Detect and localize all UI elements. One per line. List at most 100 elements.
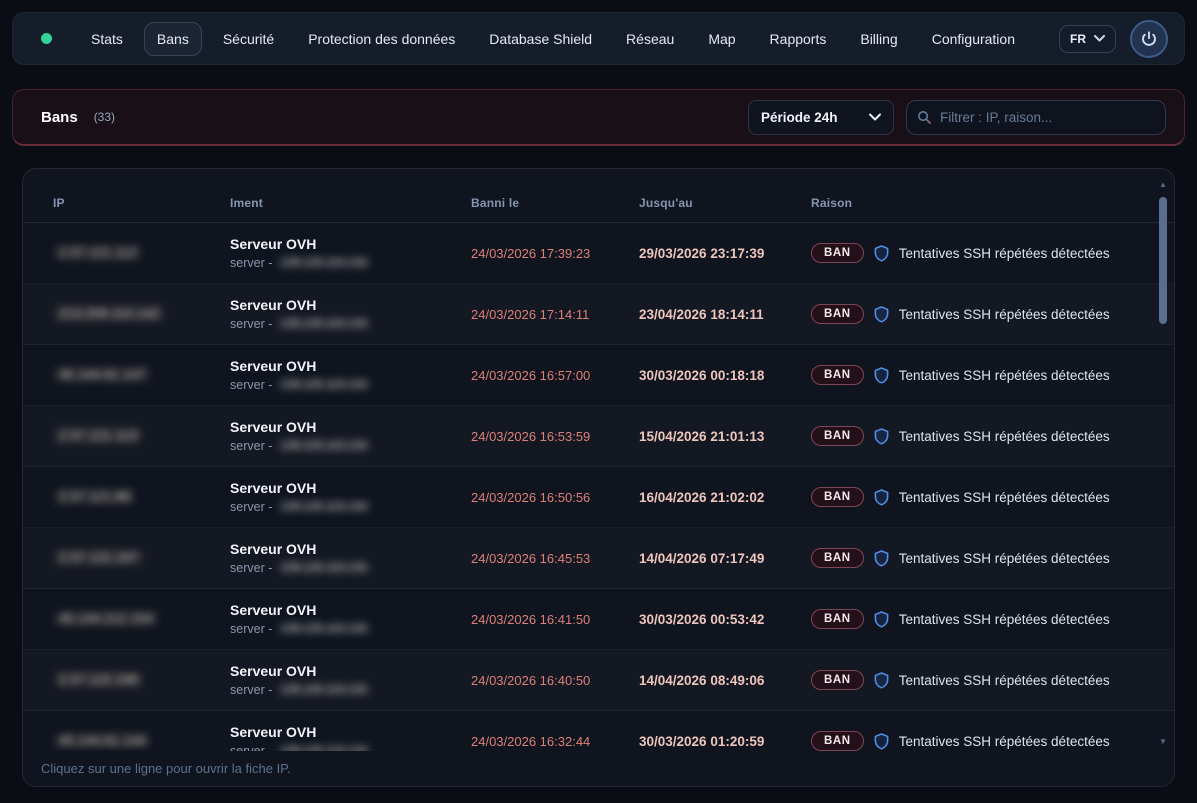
table-row[interactable]: 2.57.121.112 Serveur OVH server - 135.12… <box>23 223 1174 284</box>
shield-icon <box>874 245 889 262</box>
nav-items: StatsBansSécuritéProtection des donnéesD… <box>78 22 1059 56</box>
redacted-ip: 2.57.121.113 <box>53 427 143 444</box>
nav-item-bans[interactable]: Bans <box>144 22 202 56</box>
shield-icon <box>874 306 889 323</box>
equipment-name: Serveur OVH <box>230 236 471 254</box>
power-icon <box>1140 30 1158 48</box>
shield-icon <box>874 611 889 628</box>
table-row[interactable]: 2.57.121.86 Serveur OVH server - 135.125… <box>23 467 1174 528</box>
redacted-host-ip: 135.125.115.132 <box>276 684 371 696</box>
nav-item-database-shield[interactable]: Database Shield <box>476 22 605 56</box>
chevron-down-icon <box>869 113 881 121</box>
scrollbar-thumb[interactable] <box>1159 197 1167 324</box>
column-header-equipment: Iment <box>230 196 471 210</box>
nav-item-configuration[interactable]: Configuration <box>919 22 1028 56</box>
nav-item-protection-des-donn-es[interactable]: Protection des données <box>295 22 468 56</box>
equipment-name: Serveur OVH <box>230 480 471 498</box>
nav-item-billing[interactable]: Billing <box>847 22 910 56</box>
scroll-up-arrow-icon[interactable]: ▲ <box>1157 181 1169 189</box>
nav-item-rapports[interactable]: Rapports <box>757 22 840 56</box>
redacted-host-ip: 135.125.115.132 <box>276 318 371 330</box>
power-button[interactable] <box>1130 20 1168 58</box>
equipment-name: Serveur OVH <box>230 358 471 376</box>
ip-cell: 2.57.122.197 <box>53 549 230 567</box>
equipment-cell: Serveur OVH server - 135.125.115.132 <box>230 419 471 453</box>
equipment-sub-prefix: server - <box>230 317 272 331</box>
shield-icon <box>874 489 889 506</box>
scrollbar: ▲ ▼ <box>1157 181 1169 746</box>
column-header-reason: Raison <box>811 196 1130 210</box>
page-title: Bans <box>41 109 78 126</box>
table-row[interactable]: 45.144.212.154 Serveur OVH server - 135.… <box>23 589 1174 650</box>
shield-icon <box>874 550 889 567</box>
reason-cell: BAN Tentatives SSH répétées détectées <box>811 365 1130 385</box>
nav-item-s-curit-[interactable]: Sécurité <box>210 22 287 56</box>
banned-at-cell: 24/03/2026 16:50:56 <box>471 490 639 505</box>
reason-text: Tentatives SSH répétées détectées <box>899 551 1110 566</box>
redacted-ip: 2.57.121.112 <box>53 244 143 261</box>
table-row[interactable]: 45.144.61.144 Serveur OVH server - 135.1… <box>23 711 1174 753</box>
bans-count: (33) <box>94 110 115 124</box>
language-select[interactable]: FR <box>1059 25 1116 53</box>
ban-badge: BAN <box>811 670 864 690</box>
ip-cell: 2.57.121.86 <box>53 488 230 506</box>
until-cell: 15/04/2026 21:01:13 <box>639 429 811 444</box>
table-row[interactable]: 2.57.122.196 Serveur OVH server - 135.12… <box>23 650 1174 711</box>
until-cell: 30/03/2026 00:18:18 <box>639 368 811 383</box>
reason-text: Tentatives SSH répétées détectées <box>899 429 1110 444</box>
equipment-sub-prefix: server - <box>230 439 272 453</box>
until-cell: 14/04/2026 08:49:06 <box>639 673 811 688</box>
equipment-sub-prefix: server - <box>230 256 272 270</box>
reason-text: Tentatives SSH répétées détectées <box>899 734 1110 749</box>
redacted-ip: 45.144.61.144 <box>53 732 151 749</box>
search-icon <box>917 110 932 125</box>
redacted-host-ip: 135.125.115.132 <box>276 623 371 635</box>
ip-cell: 45.144.61.144 <box>53 732 230 750</box>
filter-input[interactable] <box>940 110 1155 125</box>
ip-cell: 2.57.121.113 <box>53 427 230 445</box>
equipment-cell: Serveur OVH server - 135.125.115.132 <box>230 663 471 697</box>
reason-text: Tentatives SSH répétées détectées <box>899 490 1110 505</box>
scroll-down-arrow-icon[interactable]: ▼ <box>1157 738 1169 746</box>
column-header-until: Jusqu'au <box>639 196 811 210</box>
table-row[interactable]: 45.144.61.147 Serveur OVH server - 135.1… <box>23 345 1174 406</box>
equipment-cell: Serveur OVH server - 135.125.115.132 <box>230 297 471 331</box>
table-footer: Cliquez sur une ligne pour ouvrir la fic… <box>23 751 1174 786</box>
chevron-down-icon <box>1094 35 1105 42</box>
banned-at-cell: 24/03/2026 16:40:50 <box>471 673 639 688</box>
column-header-ip: IP <box>53 196 230 210</box>
bans-table-card: IP Iment Banni le Jusqu'au Raison 2.57.1… <box>22 168 1175 787</box>
ip-cell: 2.57.122.196 <box>53 671 230 689</box>
reason-text: Tentatives SSH répétées détectées <box>899 368 1110 383</box>
shield-icon <box>874 672 889 689</box>
filter-input-wrapper <box>906 100 1166 135</box>
until-cell: 30/03/2026 00:53:42 <box>639 612 811 627</box>
ban-badge: BAN <box>811 487 864 507</box>
equipment-sub-prefix: server - <box>230 561 272 575</box>
nav-item-map[interactable]: Map <box>695 22 748 56</box>
redacted-host-ip: 135.125.115.132 <box>276 501 371 513</box>
equipment-name: Serveur OVH <box>230 419 471 437</box>
ip-cell: 45.144.212.154 <box>53 610 230 628</box>
table-row[interactable]: 213.209.110.142 Serveur OVH server - 135… <box>23 284 1174 345</box>
ban-badge: BAN <box>811 609 864 629</box>
ban-badge: BAN <box>811 426 864 446</box>
banned-at-cell: 24/03/2026 16:53:59 <box>471 429 639 444</box>
reason-cell: BAN Tentatives SSH répétées détectées <box>811 548 1130 568</box>
equipment-name: Serveur OVH <box>230 541 471 559</box>
table-row[interactable]: 2.57.121.113 Serveur OVH server - 135.12… <box>23 406 1174 467</box>
redacted-host-ip: 135.125.115.132 <box>276 440 371 452</box>
reason-text: Tentatives SSH répétées détectées <box>899 612 1110 627</box>
nav-item-r-seau[interactable]: Réseau <box>613 22 687 56</box>
ban-badge: BAN <box>811 548 864 568</box>
period-select[interactable]: Période 24h <box>748 100 894 135</box>
until-cell: 30/03/2026 01:20:59 <box>639 734 811 749</box>
nav-item-stats[interactable]: Stats <box>78 22 136 56</box>
equipment-sub-prefix: server - <box>230 378 272 392</box>
banned-at-cell: 24/03/2026 16:57:00 <box>471 368 639 383</box>
table-row[interactable]: 2.57.122.197 Serveur OVH server - 135.12… <box>23 528 1174 589</box>
ban-badge: BAN <box>811 365 864 385</box>
ip-cell: 45.144.61.147 <box>53 366 230 384</box>
shield-icon <box>874 428 889 445</box>
equipment-name: Serveur OVH <box>230 663 471 681</box>
